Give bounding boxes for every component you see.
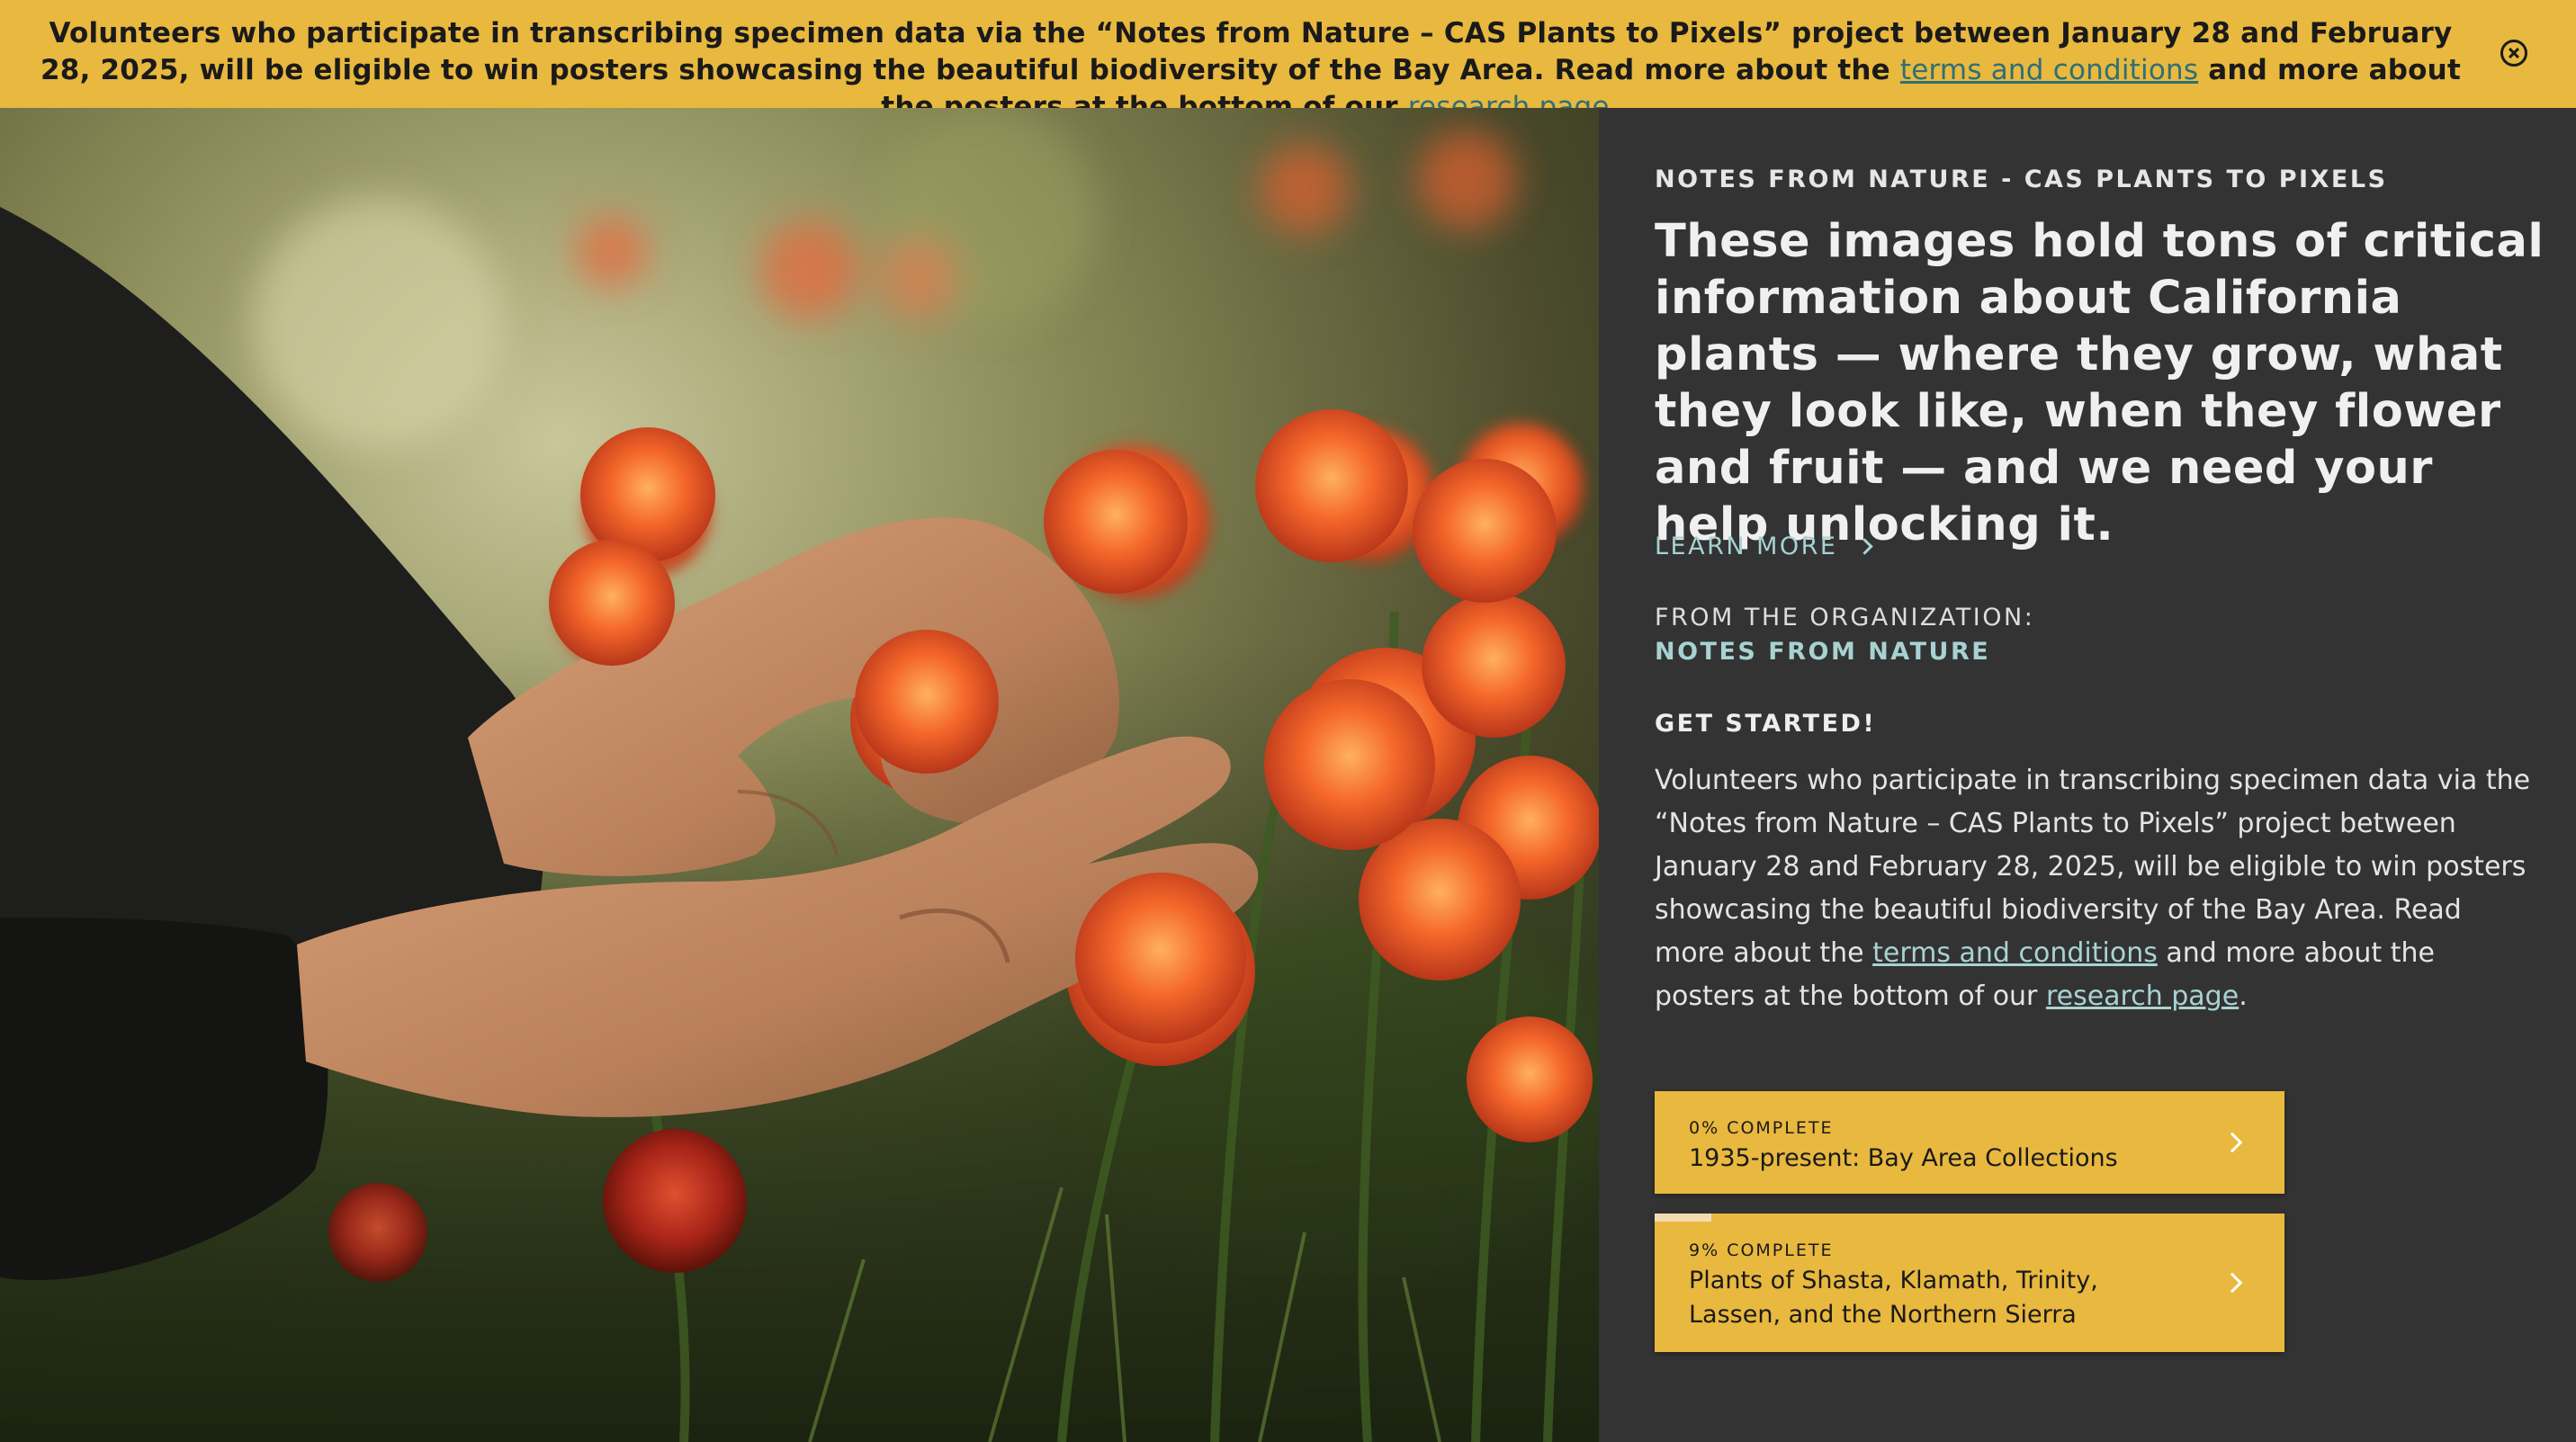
workflow-card[interactable]: 0% COMPLETE 1935-present: Bay Area Colle…: [1655, 1091, 2284, 1194]
hero-image: [0, 108, 1599, 1442]
project-info-panel: NOTES FROM NATURE - CAS PLANTS TO PIXELS…: [1599, 108, 2576, 1442]
workflow-title: 1935-present: Bay Area Collections: [1689, 1144, 2118, 1172]
organization-link[interactable]: NOTES FROM NATURE: [1655, 638, 1990, 666]
chevron-right-icon: [2221, 1132, 2243, 1153]
announcement-banner: Volunteers who participate in transcribi…: [0, 0, 2576, 123]
chevron-right-icon: [2221, 1272, 2243, 1294]
banner-terms-link[interactable]: terms and conditions: [1900, 54, 2198, 86]
body-text-part3: .: [2239, 981, 2248, 1012]
workflow-status: 9% COMPLETE: [1689, 1240, 1834, 1260]
progress-bar: [1655, 1214, 1711, 1222]
project-eyebrow: NOTES FROM NATURE - CAS PLANTS TO PIXELS: [1655, 166, 2388, 193]
learn-more-link[interactable]: LEARN MORE: [1655, 533, 1874, 560]
workflow-title: Plants of Shasta, Klamath, Trinity, Lass…: [1689, 1267, 2098, 1329]
hero-photo: [0, 108, 1599, 1442]
announcement-body: Volunteers who participate in transcribi…: [1655, 759, 2536, 1018]
organization-label: FROM THE ORGANIZATION:: [1655, 604, 2035, 631]
body-terms-link[interactable]: terms and conditions: [1872, 937, 2158, 969]
workflow-status: 0% COMPLETE: [1689, 1118, 1834, 1138]
workflow-card[interactable]: 9% COMPLETE Plants of Shasta, Klamath, T…: [1655, 1214, 2284, 1352]
project-headline: These images hold tons of critical infor…: [1655, 215, 2545, 551]
get-started-heading: GET STARTED!: [1655, 710, 1877, 738]
body-research-link[interactable]: research page: [2046, 981, 2239, 1012]
learn-more-label: LEARN MORE: [1655, 533, 1838, 560]
close-icon[interactable]: [2500, 40, 2527, 67]
chevron-right-icon: [1856, 538, 1874, 555]
